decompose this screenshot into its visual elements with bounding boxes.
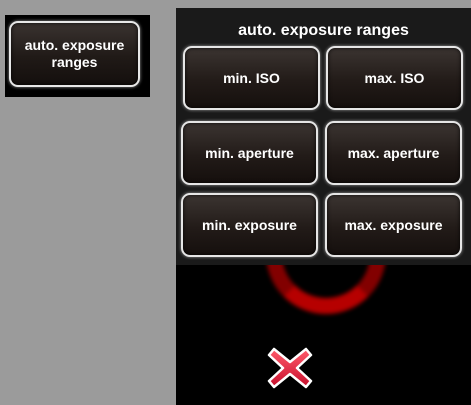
close-icon [267, 347, 313, 389]
exposure-ranges-popup: auto. exposure ranges min. ISO max. ISO … [176, 8, 471, 265]
close-button[interactable] [266, 345, 314, 391]
auto-exposure-ranges-button[interactable]: auto. exposure ranges [9, 21, 140, 87]
min-iso-label: min. ISO [223, 70, 280, 86]
camera-panel: auto. exposure ranges min. ISO max. ISO … [176, 8, 471, 405]
min-aperture-button[interactable]: min. aperture [181, 121, 318, 185]
max-aperture-label: max. aperture [347, 145, 440, 161]
max-exposure-button[interactable]: max. exposure [325, 193, 462, 257]
popup-title: auto. exposure ranges [238, 22, 409, 39]
min-iso-button[interactable]: min. ISO [183, 46, 320, 110]
max-iso-button[interactable]: max. ISO [326, 46, 463, 110]
min-aperture-label: min. aperture [205, 145, 294, 161]
min-exposure-button[interactable]: min. exposure [181, 193, 318, 257]
max-exposure-label: max. exposure [344, 217, 443, 233]
toolbar-tile: auto. exposure ranges [5, 15, 150, 97]
auto-exposure-ranges-label: auto. exposure ranges [24, 37, 125, 70]
max-aperture-button[interactable]: max. aperture [325, 121, 462, 185]
min-exposure-label: min. exposure [202, 217, 297, 233]
max-iso-label: max. ISO [364, 70, 425, 86]
